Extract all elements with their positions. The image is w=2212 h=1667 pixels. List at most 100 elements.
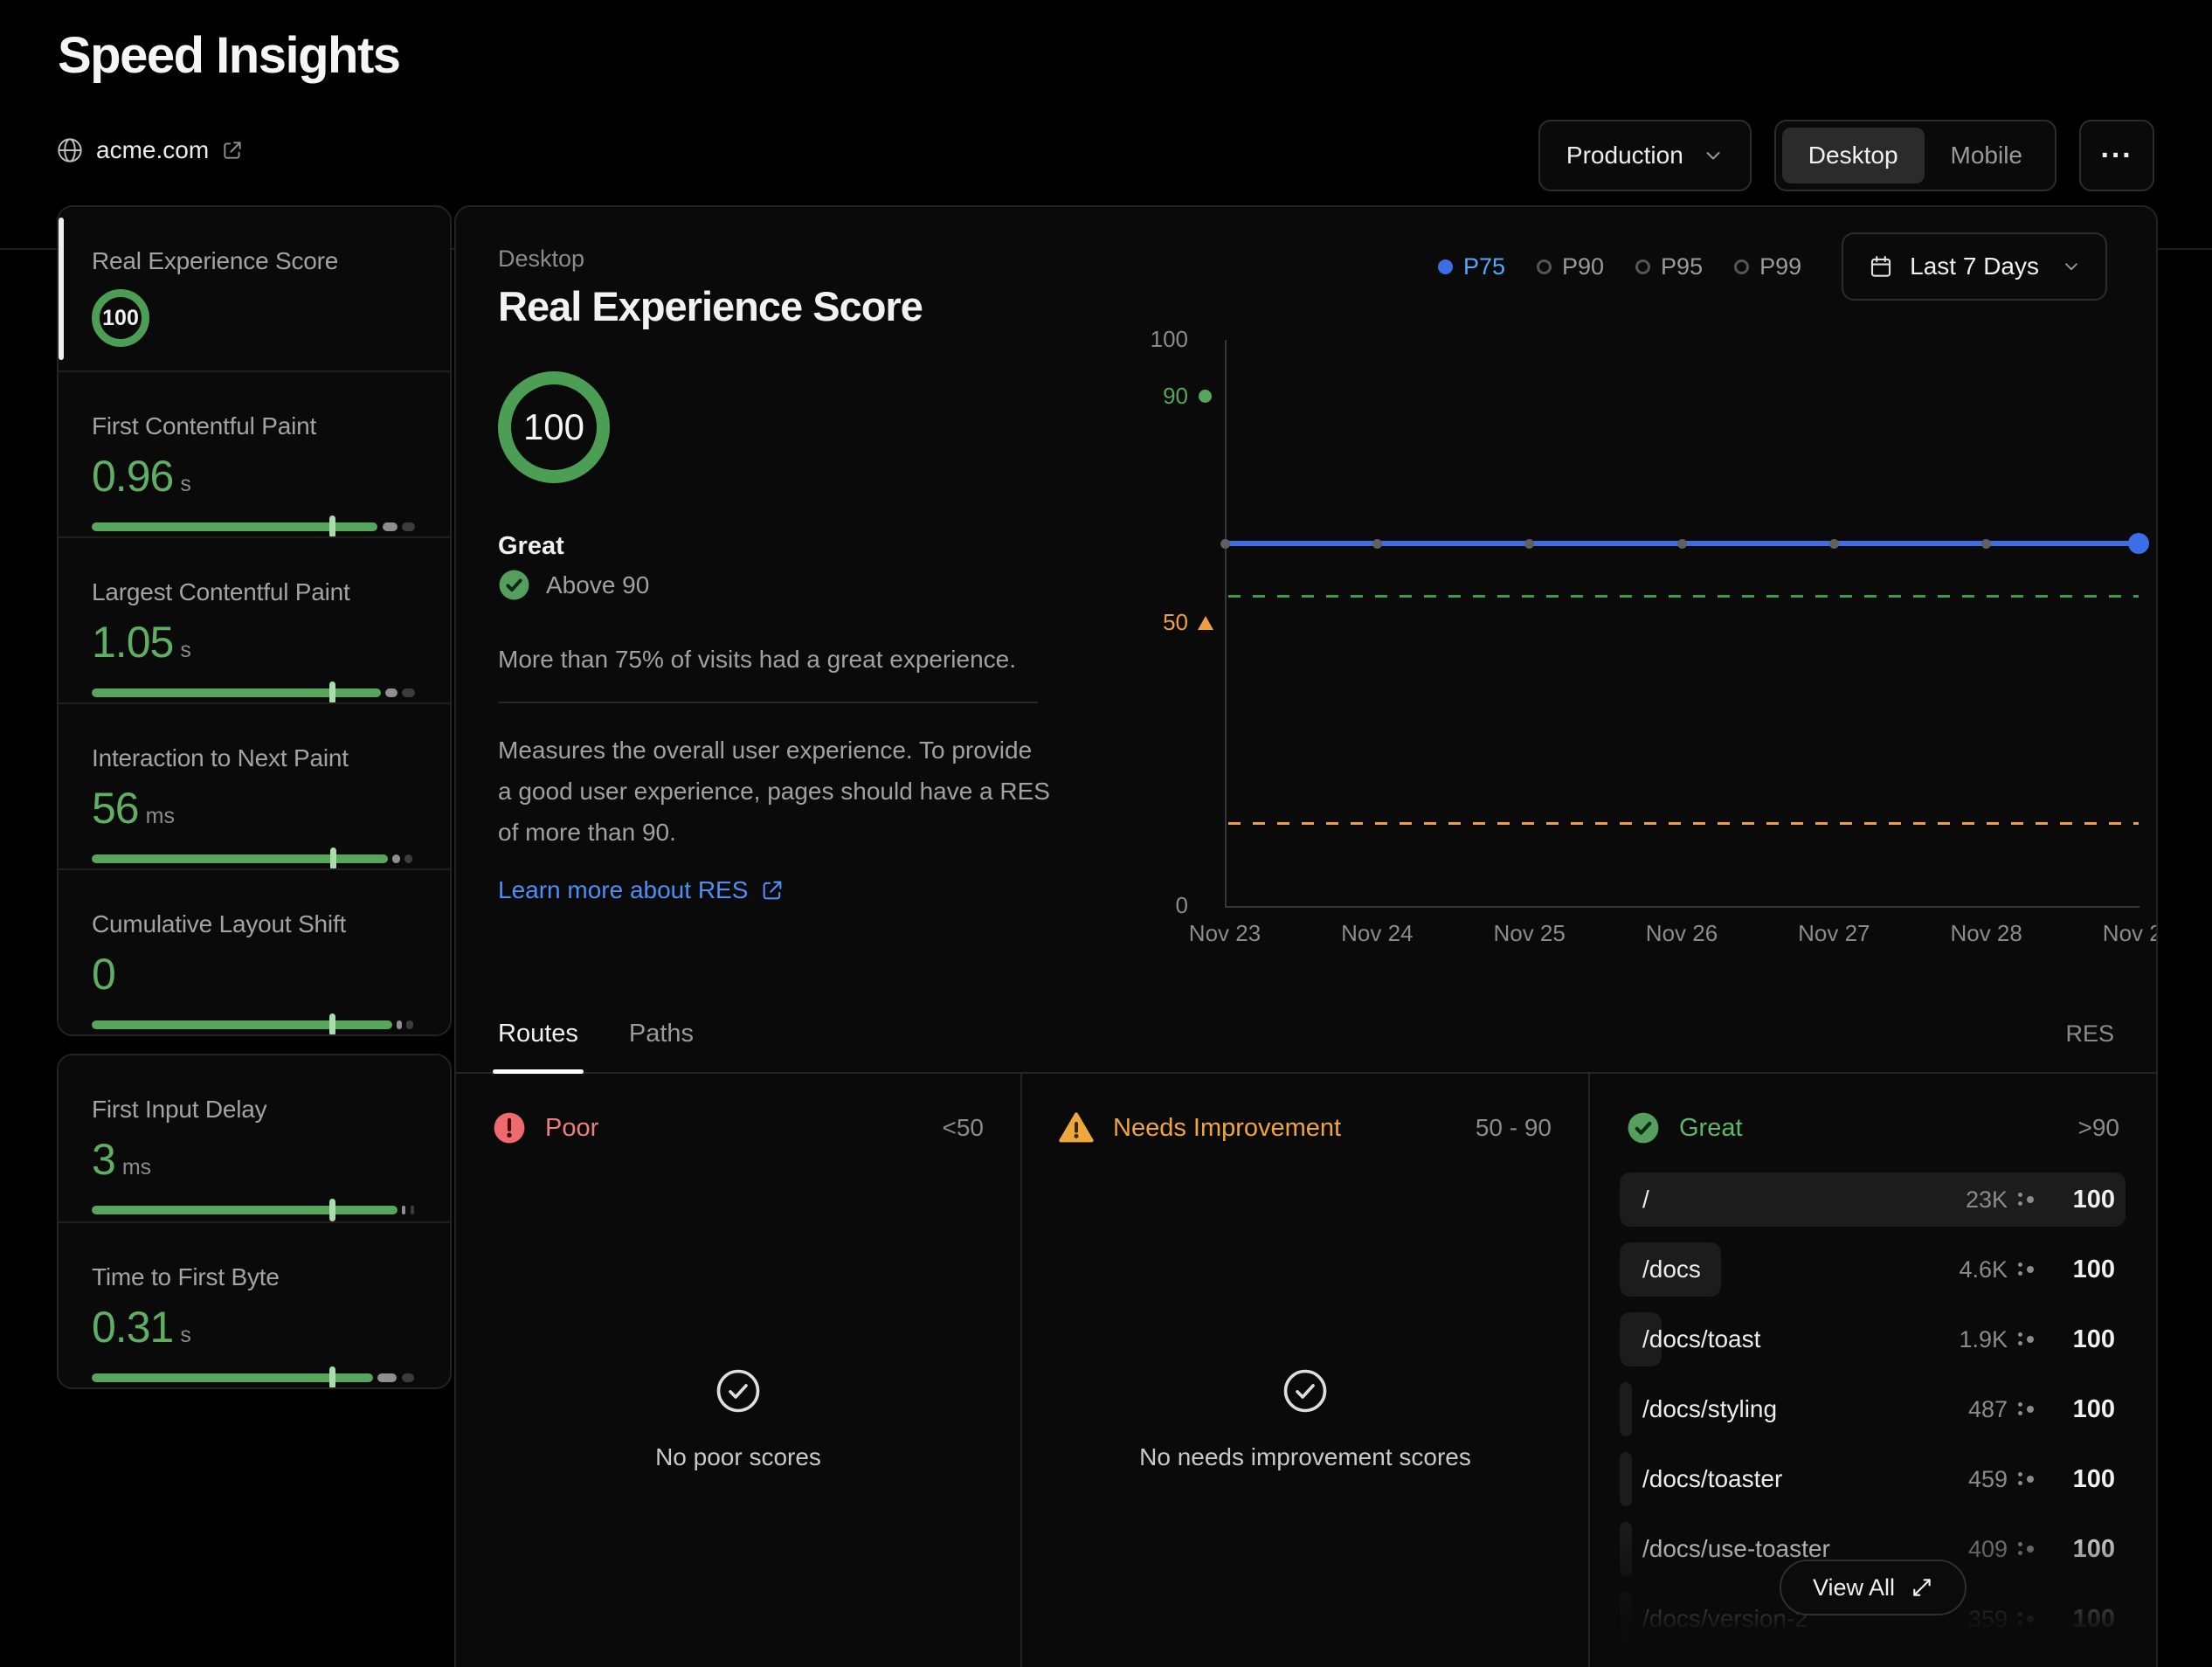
data-points-icon [2018,1469,2035,1490]
sidebar-metric-interaction-to-next-paint[interactable]: Interaction to Next Paint 56 ms [59,702,450,868]
data-point-nov-23 [1220,539,1230,549]
metric-distribution-bar [92,854,417,863]
x-tick: Nov 23 [1189,920,1261,947]
legend-item-p95[interactable]: P95 [1635,253,1703,280]
description-text: Measures the overall user experience. To… [498,730,1050,853]
poor-empty-state: No poor scores [456,1367,1020,1471]
data-points-icon [2018,1539,2035,1560]
tab-routes[interactable]: Routes [498,995,578,1072]
poor-column: Poor <50 No poor scores [456,1074,1022,1667]
environment-dropdown[interactable]: Production [1538,120,1752,191]
great-column: Great >90 / 23K 100 /docs 4.6K 100 /docs… [1590,1074,2156,1667]
metric-value: 56 [92,783,139,834]
metric-bar-segment-gray [397,1020,401,1029]
sidebar-metric-real-experience-score[interactable]: Real Experience Score 100 [59,207,450,370]
route-count: 23K [1966,1186,2008,1214]
route-score: 100 [2043,1255,2115,1284]
metric-bar-segment-dark [411,1206,414,1214]
route-path: /docs/toaster [1642,1465,1782,1493]
metric-distribution-bar [92,1373,417,1382]
route-path: /docs/use-toaster [1642,1535,1830,1563]
metric-value: 0.96 [92,451,173,501]
x-tick: Nov 24 [1341,920,1413,947]
orange-threshold-triangle-icon [1198,616,1213,630]
route-path: / [1642,1186,1649,1214]
route-volume-bar [1620,1592,1632,1646]
route-path: /docs/styling [1642,1395,1777,1423]
route-row-docs-styling[interactable]: /docs/styling 487 100 [1620,1382,2126,1436]
route-score: 100 [2043,1186,2115,1214]
metric-distribution-bar [92,1020,417,1029]
view-all-button[interactable]: View All [1780,1560,1967,1615]
metric-distribution-bar [92,1206,417,1214]
device-toggle-mobile[interactable]: Mobile [1925,128,2049,183]
reference-line-90 [1228,595,2139,598]
route-score: 100 [2043,1395,2115,1424]
legend-item-p75[interactable]: P75 [1438,253,1505,280]
learn-more-link[interactable]: Learn more about RES [498,876,785,904]
more-options-button[interactable]: ··· [2079,120,2154,191]
green-threshold-dot-icon [1199,390,1212,403]
route-row-root[interactable]: / 23K 100 [1620,1172,2126,1227]
sidebar-metric-largest-contentful-paint[interactable]: Largest Contentful Paint 1.05 s [59,536,450,702]
chevron-down-icon [2062,257,2081,276]
data-point-nov-27 [1829,539,1839,549]
route-count: 409 [1968,1536,2008,1563]
page-title: Speed Insights [58,26,400,85]
poor-header: Poor <50 [456,1086,1020,1170]
rating-label: Great [498,532,564,561]
expand-icon [1911,1576,1933,1599]
percentile-dot-icon [1635,259,1650,274]
metric-bar-p75-marker [329,1366,335,1389]
globe-icon [56,136,84,164]
metric-unit: ms [122,1155,151,1180]
metric-bar-segment-gray [377,1373,397,1382]
route-row-docs[interactable]: /docs 4.6K 100 [1620,1242,2126,1297]
score-ring-large: 100 [498,371,610,483]
date-range-dropdown[interactable]: Last 7 Days [1842,232,2107,301]
percentile-dot-icon [1734,259,1749,274]
sidebar-metric-first-input-delay[interactable]: First Input Delay 3 ms [59,1055,450,1221]
data-point-nov-25 [1524,539,1534,549]
route-count: 1.9K [1959,1326,2008,1353]
device-toggle: Desktop Mobile [1774,120,2056,191]
summary-text: More than 75% of visits had a great expe… [498,646,1016,674]
great-header: Great >90 [1590,1086,2156,1170]
metric-unit: s [180,1323,191,1348]
route-volume-bar [1620,1382,1632,1436]
sidebar-metric-cumulative-layout-shift[interactable]: Cumulative Layout Shift 0 [59,868,450,1034]
metric-bar-segment-gray [385,688,397,697]
data-point-nov-24 [1372,539,1382,549]
percentile-dot-icon [1537,259,1552,274]
route-count: 4.6K [1959,1256,2008,1283]
metric-bar-p75-marker [329,1013,335,1036]
x-tick: Nov 25 [1493,920,1565,947]
tab-paths[interactable]: Paths [629,995,694,1072]
site-domain-link[interactable]: acme.com [96,136,209,164]
device-toggle-desktop[interactable]: Desktop [1782,128,1925,183]
data-points-icon [2018,1329,2035,1350]
metric-bar-segment-green [92,1206,397,1214]
route-row-docs-toaster[interactable]: /docs/toaster 459 100 [1620,1452,2126,1506]
needs-improvement-column: Needs Improvement 50 - 90 No needs impro… [1022,1074,1590,1667]
legend-item-p99[interactable]: P99 [1734,253,1801,280]
legend-item-p90[interactable]: P90 [1537,253,1604,280]
sidebar-metric-time-to-first-byte[interactable]: Time to First Byte 0.31 s [59,1221,450,1387]
metric-bar-segment-green [92,1020,392,1029]
great-range: >90 [2078,1114,2120,1142]
external-link-icon[interactable] [221,139,244,162]
alert-triangle-icon [1059,1110,1094,1145]
check-circle-outline-icon [715,1367,762,1415]
alert-circle-icon [493,1111,526,1145]
data-point-nov-29 [2128,533,2149,554]
metric-value: 0.31 [92,1302,173,1352]
score-ring-small: 100 [92,289,149,347]
route-row-docs-toast[interactable]: /docs/toast 1.9K 100 [1620,1312,2126,1366]
route-path: /docs/version-2 [1642,1605,1808,1633]
sidebar-metric-first-contentful-paint[interactable]: First Contentful Paint 0.96 s [59,370,450,536]
site-row: acme.com [56,136,244,164]
res-column-label: RES [2065,1020,2114,1048]
route-count: 459 [1968,1466,2008,1493]
metric-value: 3 [92,1134,115,1185]
chevron-down-icon [1703,145,1724,166]
